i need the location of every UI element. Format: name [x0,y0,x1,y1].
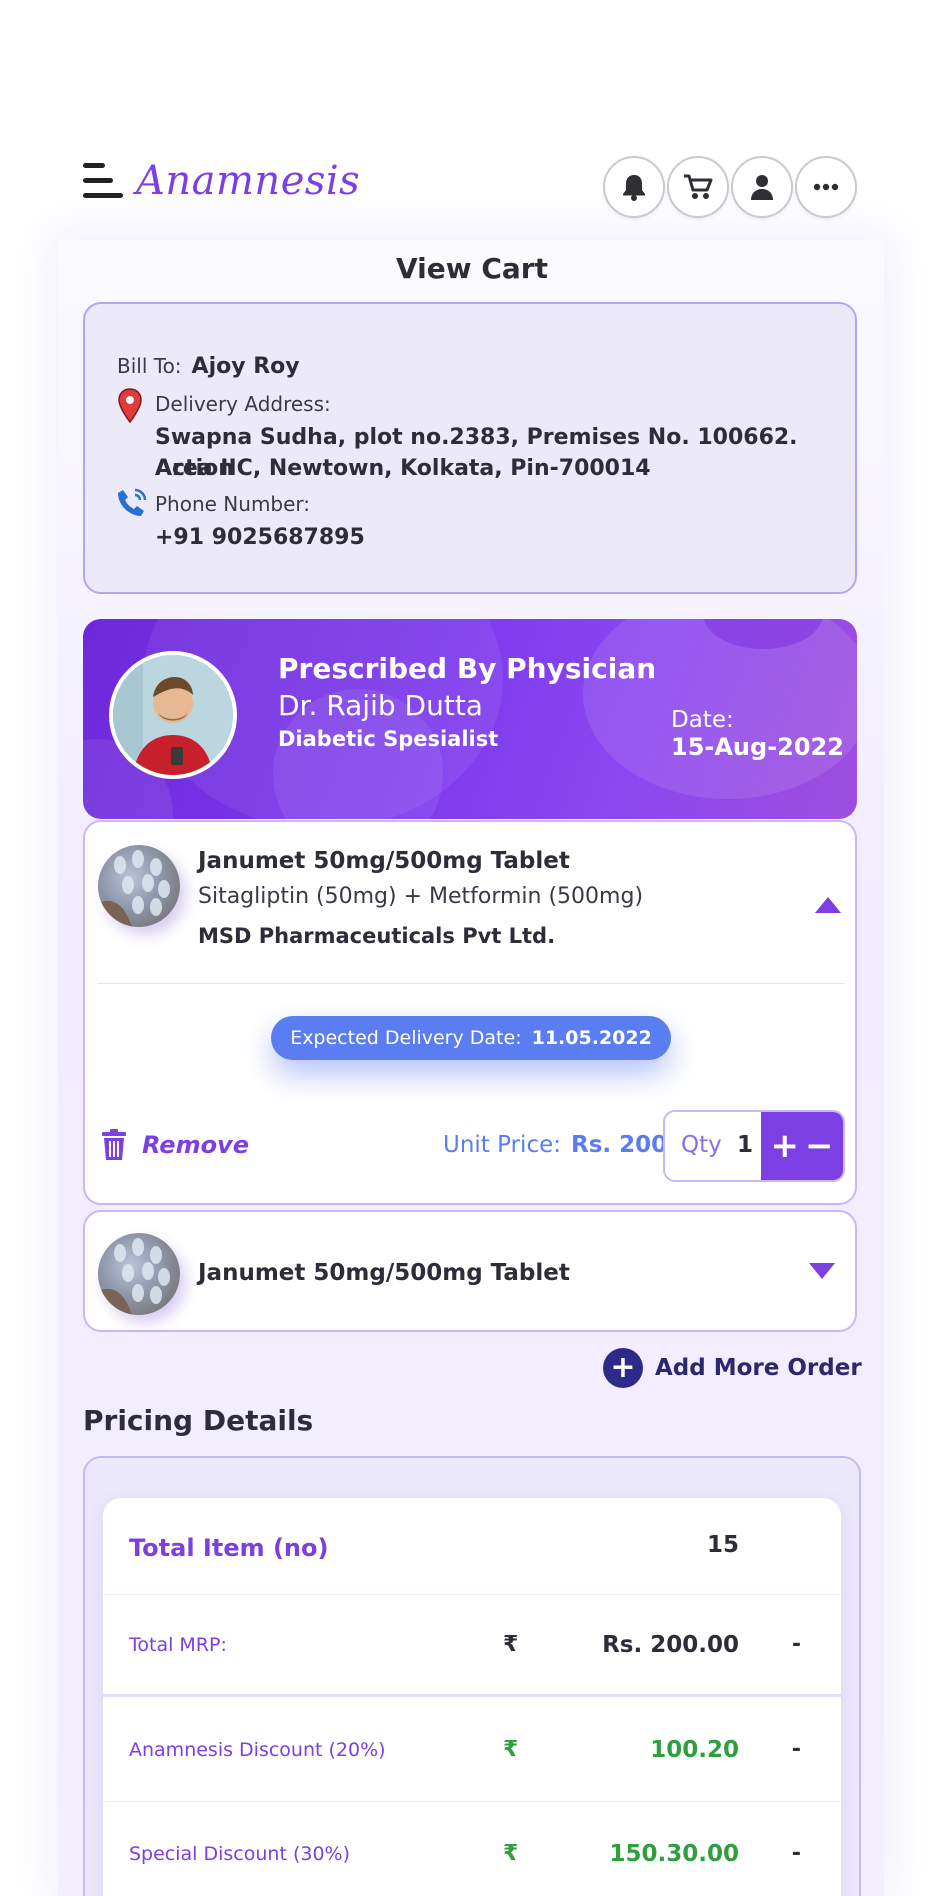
product-manufacturer: MSD Pharmaceuticals Pvt Ltd. [198,924,556,948]
more-icon [813,183,839,191]
total-item-label: Total Item (no) [129,1534,329,1562]
rupee-icon: ₹ [503,1737,519,1762]
product-name[interactable]: Janumet 50mg/500mg Tablet [198,1260,570,1286]
add-more-order-button[interactable]: + Add More Order [603,1348,862,1388]
unit-price-value: Rs. 200 [571,1132,668,1158]
rupee-icon: ₹ [503,1632,519,1657]
phone-icon [118,488,147,516]
collapse-caret-icon[interactable] [814,896,842,914]
prescribed-heading: Prescribed By Physician [278,652,657,685]
page-title: View Cart [395,252,549,285]
plus-circle-icon: + [603,1348,643,1388]
total-item-value: 15 [706,1532,739,1558]
brand-logo[interactable]: Anamnesis [136,158,360,204]
special-discount-label: Special Discount (30%) [129,1843,351,1865]
physician-avatar [109,651,237,779]
total-item-row: Total Item (no) 15 [103,1498,841,1594]
qty-controls: + − [761,1112,843,1180]
unit-price-label: Unit Price: [443,1132,561,1158]
prescription-date-label: Date: [671,707,734,733]
prescription-date-value: 15-Aug-2022 [671,733,844,761]
phone-number-label: Phone Number: [155,492,311,516]
total-mrp-suffix: - [791,1632,801,1657]
location-pin-icon [118,388,142,424]
notifications-button[interactable] [603,156,665,218]
bill-to-name: Ajoy Roy [191,354,300,379]
physician-specialty: Diabetic Spesialist [278,727,499,751]
pricing-details-title: Pricing Details [83,1404,314,1437]
expand-caret-icon[interactable] [808,1262,836,1280]
product-image [98,845,180,927]
quantity-stepper: Qty 1 + − [663,1110,845,1182]
qty-increment-button[interactable]: + [771,1126,800,1166]
total-mrp-row: Total MRP: ₹ Rs. 200.00 - [103,1594,841,1694]
special-discount-suffix: - [791,1841,801,1866]
qty-decrement-button[interactable]: − [805,1126,834,1166]
profile-button[interactable] [731,156,793,218]
delivery-address-line2: Area IIC, Newtown, Kolkata, Pin-700014 [155,456,651,481]
physician-banner: Prescribed By Physician Dr. Rajib Dutta … [83,619,857,819]
product-image [98,1233,180,1315]
qty-value[interactable]: 1 [737,1132,753,1158]
total-mrp-value: Rs. 200.00 [602,1632,739,1658]
expected-delivery-date: 11.05.2022 [531,1027,652,1049]
more-button[interactable] [795,156,857,218]
anamnesis-discount-label: Anamnesis Discount (20%) [129,1739,386,1761]
bell-icon [623,175,645,201]
phone-number-value: +91 9025687895 [155,525,365,550]
product-composition: Sitagliptin (50mg) + Metformin (500mg) [198,884,644,909]
anamnesis-discount-suffix: - [791,1737,801,1762]
divider [97,983,845,984]
cart-icon [684,174,713,199]
billing-card: Bill To: Ajoy Roy Delivery Address: Swap… [83,302,857,594]
menu-icon[interactable] [83,163,123,199]
trash-icon[interactable] [101,1129,127,1161]
total-mrp-label: Total MRP: [129,1634,227,1656]
anamnesis-discount-row: Anamnesis Discount (20%) ₹ 100.20 - [103,1697,841,1801]
special-discount-row: Special Discount (30%) ₹ 150.30.00 - [103,1801,841,1896]
pricing-card: Total Item (no) 15 Total MRP: ₹ Rs. 200.… [83,1456,861,1896]
pricing-table: Total Item (no) 15 Total MRP: ₹ Rs. 200.… [103,1498,841,1896]
product-name[interactable]: Janumet 50mg/500mg Tablet [198,848,570,874]
bill-to-label: Bill To: [117,354,182,378]
special-discount-value: 150.30.00 [609,1841,740,1867]
physician-name: Dr. Rajib Dutta [278,689,483,722]
user-icon [751,175,773,200]
expected-delivery-badge: Expected Delivery Date: 11.05.2022 [271,1016,671,1060]
product-card-collapsed[interactable]: Janumet 50mg/500mg Tablet [83,1210,857,1332]
anamnesis-discount-value: 100.20 [650,1737,739,1763]
qty-label: Qty [681,1132,722,1158]
add-more-order-label: Add More Order [655,1355,862,1381]
rupee-icon: ₹ [503,1841,519,1866]
delivery-address-label: Delivery Address: [155,392,331,416]
expected-delivery-label: Expected Delivery Date: [290,1027,522,1049]
remove-button[interactable]: Remove [142,1131,249,1159]
cart-button[interactable] [667,156,729,218]
